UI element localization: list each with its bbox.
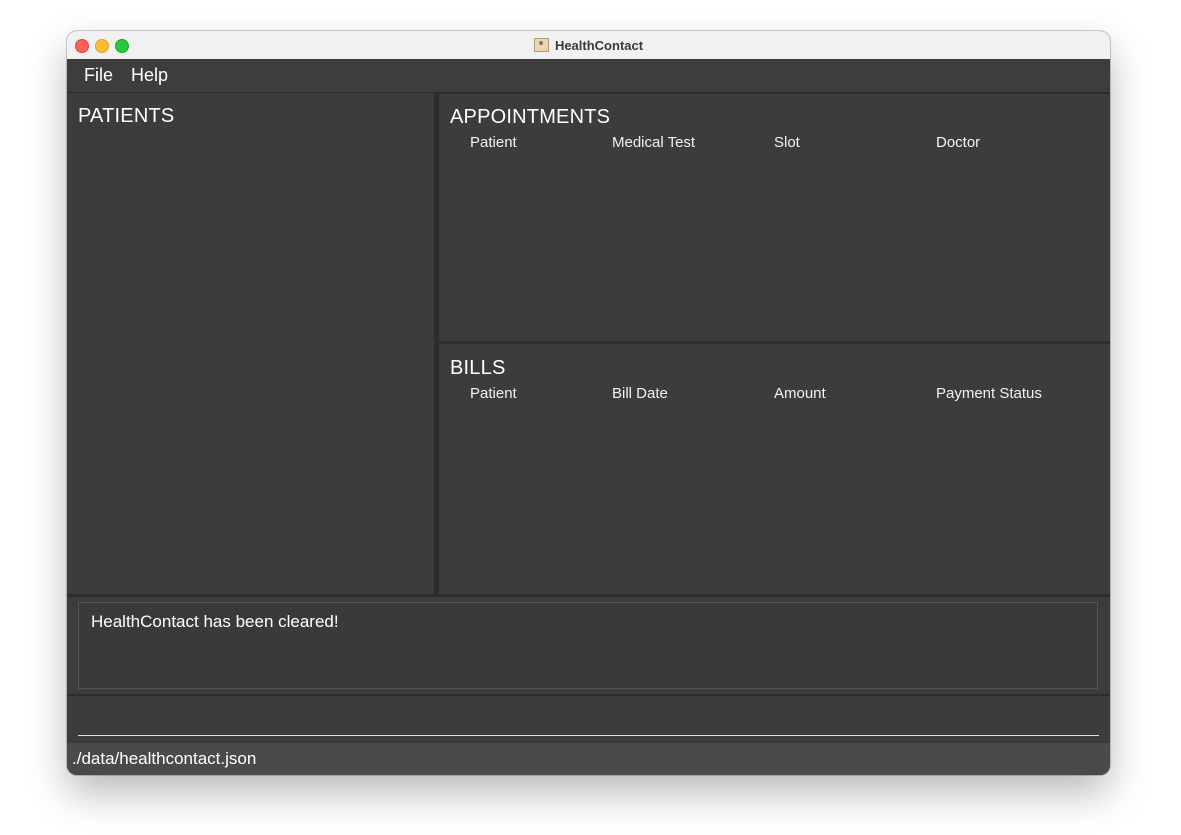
result-message: HealthContact has been cleared! [91,612,339,631]
bills-col-amount: Amount [774,385,826,402]
bills-col-payment-status: Payment Status [936,385,1042,402]
bills-panel[interactable]: BILLS Patient Bill Date Amount Payment S… [439,344,1110,596]
command-input[interactable] [78,700,1099,736]
appointments-col-patient: Patient [470,134,517,151]
bills-col-bill-date: Bill Date [612,385,668,402]
bills-col-patient: Patient [470,385,517,402]
bills-title: BILLS [450,357,506,379]
contact-book-icon [533,38,549,52]
command-box-area [67,696,1110,743]
patients-title: PATIENTS [78,105,175,127]
menu-bar: File Help [67,59,1110,93]
menu-file[interactable]: File [84,65,113,86]
appointments-col-slot: Slot [774,134,800,151]
title-bar[interactable]: HealthContact [67,31,1110,60]
appointments-col-doctor: Doctor [936,134,981,151]
save-file-path: ./data/healthcontact.json [72,749,257,768]
window-title-group: HealthContact [67,31,1110,59]
status-bar: ./data/healthcontact.json [67,743,1110,775]
menu-help[interactable]: Help [131,65,168,86]
appointments-panel[interactable]: APPOINTMENTS Patient Medical Test Slot D… [439,93,1110,344]
result-display-area: HealthContact has been cleared! [67,597,1110,694]
appointments-col-medical-test: Medical Test [612,134,696,151]
patients-panel[interactable]: PATIENTS [67,93,437,596]
appointments-title: APPOINTMENTS [450,106,611,128]
result-display-box[interactable]: HealthContact has been cleared! [78,602,1098,689]
window-title: HealthContact [554,37,644,53]
app-window: HealthContact File Help PATIENTS APPOINT… [67,31,1110,775]
